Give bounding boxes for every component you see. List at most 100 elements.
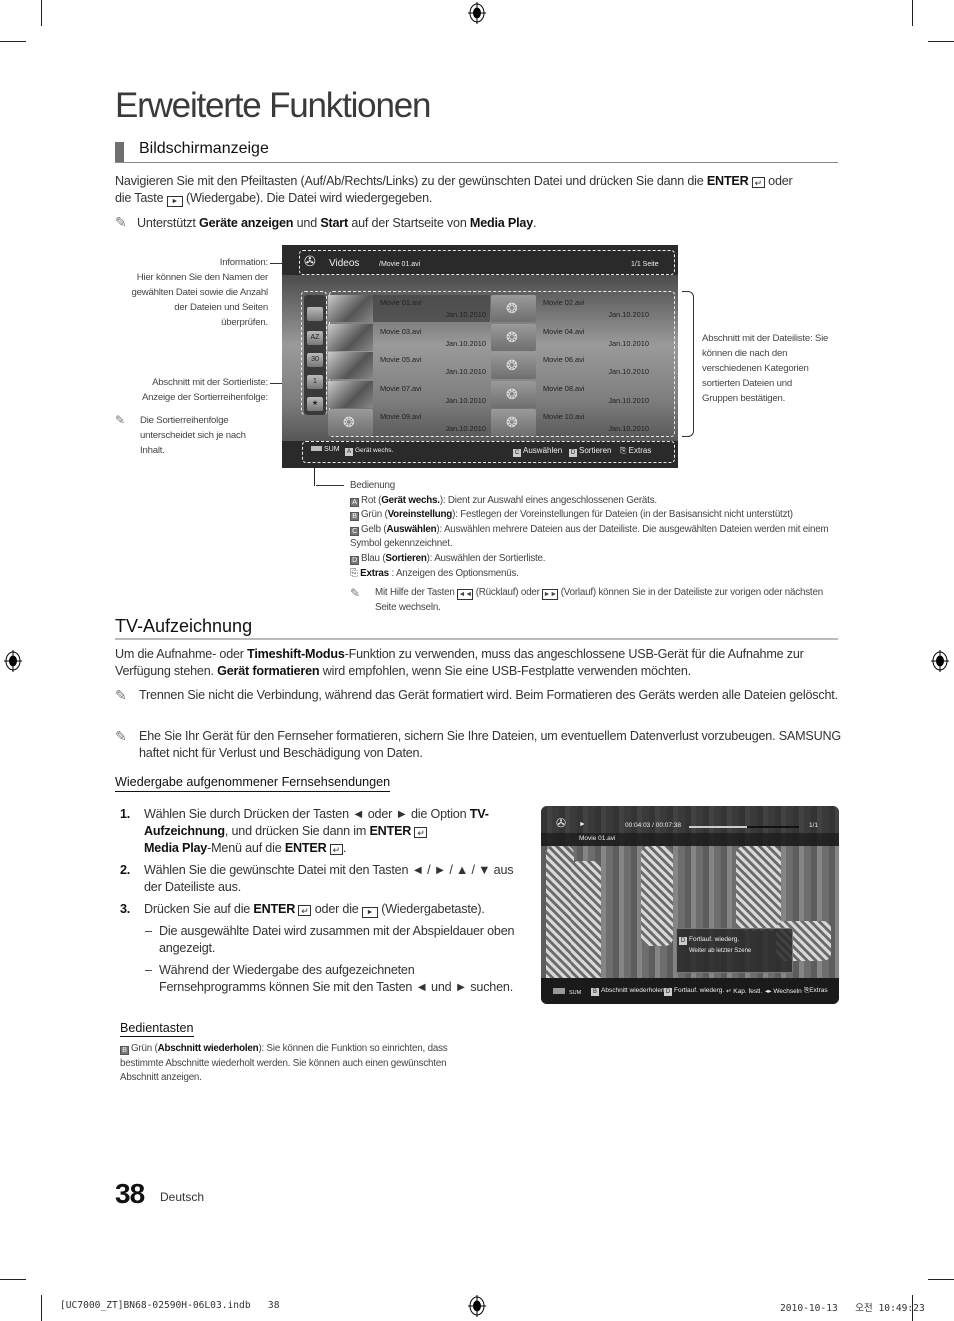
note-pencil-icon: ✎ <box>115 413 125 427</box>
button-extras[interactable]: ⎘Extras <box>804 987 828 995</box>
button-d-sort[interactable]: D Sortieren <box>569 446 611 457</box>
file-date: Jan.10.2010 <box>608 367 649 376</box>
rewind-key-icon: ◄◄ <box>457 589 474 601</box>
play-key-icon: ► <box>166 196 183 207</box>
enter-key-icon: ↵ <box>329 844 343 855</box>
file-item[interactable]: Movie 03.avi Jan.10.2010 <box>328 323 490 351</box>
step-2: 2. Wählen Sie die gewünschte Datei mit d… <box>120 863 514 894</box>
az-sort-icon[interactable]: AZ <box>307 331 323 345</box>
annotation-line <box>316 485 344 486</box>
step-3: 3. Drücken Sie auf die ENTER ↵ oder die … <box>120 902 485 918</box>
file-item[interactable]: Movie 10.avi Jan.10.2010 <box>491 409 653 436</box>
playback-time: 00:04:03 / 00:07:38 <box>625 822 682 829</box>
resume-popup[interactable]: D Fortlauf. wiederg. Weiter ab letzter Sz… <box>676 928 793 973</box>
keys-description: B Grün (Abschnitt wiederholen): Sie könne… <box>120 1043 448 1084</box>
color-key-icon: C <box>350 526 359 536</box>
file-name: Movie 03.avi <box>380 326 422 336</box>
left-right-icon: ◂▸ <box>765 988 772 995</box>
button-switch[interactable]: ◂▸ Wechseln <box>765 987 802 995</box>
section1-note: ✎ Unterstützt Geräte anzeigen und Start a… <box>115 214 537 230</box>
page-language: Deutsch <box>160 1190 205 1204</box>
registration-mark-icon <box>931 650 949 672</box>
steps-list: 1. Wählen Sie durch Drücken der Tasten ◄… <box>115 806 515 996</box>
color-key-icon: B <box>350 512 359 522</box>
file-item[interactable]: Movie 04.avi Jan.10.2010 <box>491 323 653 351</box>
file-name: Movie 02.avi <box>543 298 585 307</box>
file-item[interactable]: Movie 08.avi Jan.10.2010 <box>491 380 653 408</box>
file-date: Jan.10.2010 <box>608 310 649 319</box>
control-item: B Grün (Voreinstellung): Festlegen der Vo… <box>350 508 830 523</box>
tools-icon: ⎘ <box>620 446 627 455</box>
enter-key-icon: ↵ <box>751 177 765 188</box>
file-item[interactable]: Movie 07.avi Jan.10.2010 <box>328 380 490 408</box>
crop-mark <box>41 1295 42 1321</box>
file-date: Jan.10.2010 <box>445 310 486 319</box>
subsection-title: Wiedergabe aufgenommener Fernsehsendunge… <box>115 775 391 792</box>
film-reel-icon <box>491 323 536 351</box>
star-icon[interactable]: ★ <box>307 397 323 411</box>
control-item: D Blau (Sortieren): Auswählen der Sortier… <box>350 552 830 567</box>
tools-icon: ⎘ <box>350 567 358 579</box>
forward-key-icon: ►► <box>542 589 559 601</box>
video-thumbnail <box>328 352 373 379</box>
file-item[interactable]: Movie 02.avi Jan.10.2010 <box>491 295 653 322</box>
file-item[interactable]: Movie 05.avi Jan.10.2010 <box>328 352 490 379</box>
controls-extras: ⎘ Extras : Anzeigen des Optionsmenüs. <box>350 567 519 579</box>
annotation-sortlist: Abschnitt mit der Sortierliste: Anzeige … <box>141 377 268 403</box>
button-extras[interactable]: ⎘ Extras <box>620 446 651 456</box>
player-page: 1/1 <box>809 822 819 829</box>
player-filename: Movie 01.avi <box>579 835 616 842</box>
file-item[interactable]: Movie 06.avi Jan.10.2010 <box>491 352 653 379</box>
button-d-resume[interactable]: D Fortlauf. wiederg. <box>664 987 724 996</box>
file-name: Movie 05.avi <box>380 355 422 364</box>
section-title-bildschirmanzeige: Bildschirmanzeige <box>139 140 269 157</box>
browser-category: Videos <box>329 258 360 269</box>
progress-bar[interactable] <box>689 826 799 828</box>
enter-key-icon: ↵ <box>298 905 312 916</box>
calendar-30-icon[interactable]: 30 <box>307 353 323 367</box>
annotation-filelist: Abschnitt mit der Dateiliste: Sie können… <box>702 333 829 404</box>
button-a-change-device[interactable]: A Gerät wechs. <box>345 447 393 456</box>
file-item[interactable]: Movie 09.avi Jan.10.2010 <box>328 409 490 436</box>
button-chapter[interactable]: ↵ Kap. festl. <box>726 987 762 995</box>
file-date: Jan.10.2010 <box>445 395 486 405</box>
videos-reel-icon: ✇ <box>556 816 567 830</box>
film-reel-icon <box>328 409 373 436</box>
film-reel-icon <box>491 380 536 408</box>
step-3-bullet-2: – Während der Wiedergabe des aufgezeichne… <box>145 963 514 994</box>
section-marker <box>115 142 124 163</box>
crop-mark <box>0 41 26 42</box>
calendar-1-icon[interactable]: 1 <box>307 375 323 389</box>
green-b-key-icon: B <box>120 1046 129 1055</box>
video-frame <box>736 846 781 931</box>
section2-note-1: ✎ Trennen Sie nicht die Verbindung, währe… <box>115 687 838 703</box>
print-footer-left: [UC7000_ZT]BN68-02590H-06L03.indb 38 <box>60 1300 280 1311</box>
note-pencil-icon: ✎ <box>350 586 360 601</box>
section2-intro: Um die Aufnahme- oder Timeshift-Modus-Fu… <box>115 647 804 678</box>
video-thumbnail <box>328 295 373 322</box>
progress-fill <box>689 826 748 828</box>
play-key-icon: ► <box>361 907 378 918</box>
file-item[interactable]: Movie 01.avi Jan.10.2010 <box>328 295 490 322</box>
video-thumbnail <box>328 380 373 408</box>
file-name: Movie 08.avi <box>543 383 585 393</box>
step-1: 1. Wählen Sie durch Drücken der Tasten ◄… <box>120 807 489 855</box>
color-key-icon: A <box>350 497 359 507</box>
folder-icon[interactable] <box>307 307 323 321</box>
file-date: Jan.10.2010 <box>445 424 486 433</box>
section-rule <box>115 162 838 163</box>
button-c-select[interactable]: C Auswählen <box>513 446 562 457</box>
file-name: Movie 06.avi <box>543 355 585 364</box>
media-play-browser-screen: ✇ Videos /Movie 01.avi 1/1 Seite AZ 30 1… <box>282 245 678 468</box>
enter-icon: ↵ <box>726 988 732 995</box>
section-rule <box>115 638 838 640</box>
color-key-icon: D <box>350 555 359 565</box>
file-date: Jan.10.2010 <box>608 395 649 405</box>
page-number: 38 <box>115 1178 145 1209</box>
film-reel-icon <box>491 352 536 379</box>
file-name: Movie 04.avi <box>543 326 585 336</box>
button-b-repeat[interactable]: B Abschnitt wiederholen <box>591 987 665 996</box>
keys-title: Bedientasten <box>120 1021 194 1037</box>
file-name: Movie 01.avi <box>380 298 422 307</box>
annotation-sort-note: ✎ Die Sortierreihenfolge unterscheidet s… <box>115 413 246 456</box>
